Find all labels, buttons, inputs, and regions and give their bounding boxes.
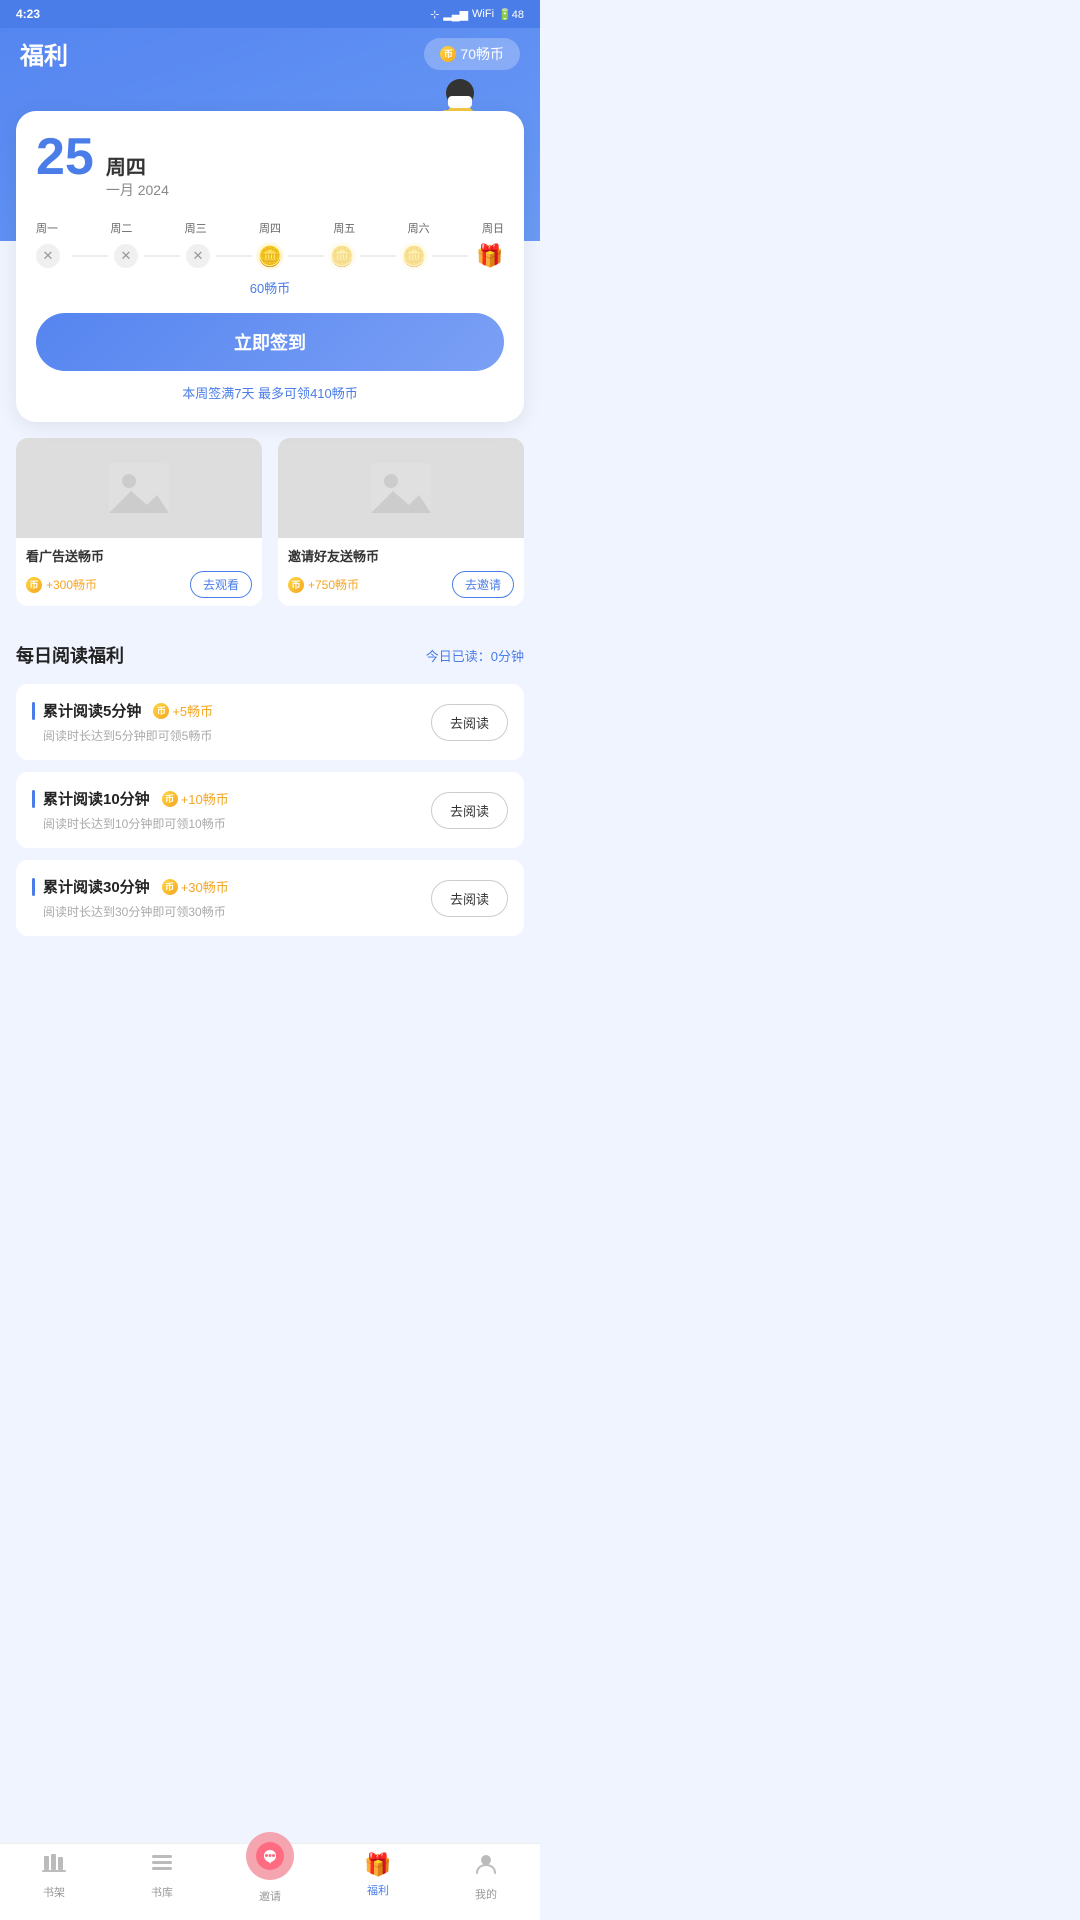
ad-coin-icon-1: 币 [26,577,42,593]
ad-footer-1: 币 +300畅币 去观看 [26,571,252,598]
ad-row: 看广告送畅币 币 +300畅币 去观看 [16,438,524,606]
task-coin-3: 币 [162,879,178,895]
date-weekday: 周四 [106,151,169,180]
page-title: 福利 [20,36,68,71]
task-title-1: 累计阅读5分钟 [43,700,141,721]
task-bar-3 [32,878,35,896]
ad-title-1: 看广告送畅币 [26,546,252,565]
main-card: 25 周四 一月 2024 周一 周二 周三 周四 周五 周六 周日 ✕ ✕ [16,111,524,422]
signin-hint: 本周签满7天 最多可领410畅币 [36,383,504,402]
task-bar-2 [32,790,35,808]
week-day-label-6: 周六 [408,220,430,236]
ad-card-2[interactable]: 邀请好友送畅币 币 +750畅币 去邀请 [278,438,524,606]
bookshelf-icon [42,1852,66,1880]
wifi-icon: WiFi [472,8,494,20]
nav-label-welfare: 福利 [367,1882,389,1898]
daily-reading-title: 每日阅读福利 [16,642,124,668]
daily-reading-header: 每日阅读福利 今日已读：0分钟 [16,642,524,668]
checkin-day-4: 🪙 [256,242,284,270]
task-desc-1: 阅读时长达到5分钟即可领5畅币 [43,727,431,744]
week-day-label-5: 周五 [333,220,355,236]
ad-reward-1: 币 +300畅币 [26,576,97,593]
ad-reward-2: 币 +750畅币 [288,576,359,593]
task-coin-2: 币 [162,791,178,807]
nav-mine[interactable]: 我的 [432,1852,540,1904]
task-title-row-1: 累计阅读5分钟 币 +5畅币 [32,700,431,721]
task-coin-1: 币 [153,703,169,719]
nav-invite[interactable]: 邀请 [216,1852,324,1904]
nav-label-library: 书库 [151,1884,173,1900]
ad-section: 看广告送畅币 币 +300畅币 去观看 [0,422,540,642]
bottom-nav: 书架 书库 邀请 🎁 福利 [0,1843,540,1920]
week-checkin-row: 周一 周二 周三 周四 周五 周六 周日 ✕ ✕ ✕ [36,220,504,270]
nav-welfare[interactable]: 🎁 福利 [324,1852,432,1904]
nav-bookshelf[interactable]: 书架 [0,1852,108,1904]
library-icon [150,1852,174,1880]
task-bar-1 [32,702,35,720]
today-checkin-coins: 60畅币 [36,278,504,297]
task-reward-1: 币 +5畅币 [153,701,213,720]
ad-coin-icon-2: 币 [288,577,304,593]
task-reward-3: 币 +30畅币 [162,877,229,896]
nav-label-invite: 邀请 [259,1888,281,1904]
nav-label-bookshelf: 书架 [43,1884,65,1900]
ad-card-1[interactable]: 看广告送畅币 币 +300畅币 去观看 [16,438,262,606]
task-desc-2: 阅读时长达到10分钟即可领10畅币 [43,815,431,832]
task-title-row-3: 累计阅读30分钟 币 +30畅币 [32,876,431,897]
week-day-label-3: 周三 [185,220,207,236]
week-day-label-7: 周日 [482,220,504,236]
task-item-1: 累计阅读5分钟 币 +5畅币 阅读时长达到5分钟即可领5畅币 去阅读 [16,684,524,760]
checkin-day-6: 🪙 [400,242,428,270]
task-title-row-2: 累计阅读10分钟 币 +10畅币 [32,788,431,809]
ad-placeholder-2 [371,463,431,513]
task-left-3: 累计阅读30分钟 币 +30畅币 阅读时长达到30分钟即可领30畅币 [32,876,431,920]
nav-label-mine: 我的 [475,1886,497,1902]
signal-icon: ▂▄▆ [443,8,468,21]
signin-button[interactable]: 立即签到 [36,313,504,371]
ad-placeholder-1 [109,463,169,513]
checkin-day-3: ✕ [186,244,210,268]
task-item-2: 累计阅读10分钟 币 +10畅币 阅读时长达到10分钟即可领10畅币 去阅读 [16,772,524,848]
ad-image-1 [16,438,262,538]
week-day-label-2: 周二 [110,220,132,236]
ad-footer-2: 币 +750畅币 去邀请 [288,571,514,598]
daily-reading-status: 今日已读：0分钟 [426,646,524,665]
task-left-1: 累计阅读5分钟 币 +5畅币 阅读时长达到5分钟即可领5畅币 [32,700,431,744]
task-desc-3: 阅读时长达到30分钟即可领30畅币 [43,903,431,920]
ad-title-2: 邀请好友送畅币 [288,546,514,565]
welfare-icon: 🎁 [364,1852,391,1878]
invite-icon [246,1832,294,1880]
checkin-day-2: ✕ [114,244,138,268]
task-reward-2: 币 +10畅币 [162,789,229,808]
checkin-day-5: 🪙 [328,242,356,270]
checkin-day-7: 🎁 [476,242,504,270]
task-button-1[interactable]: 去阅读 [431,704,508,741]
week-day-label-1: 周一 [36,220,58,236]
nav-library[interactable]: 书库 [108,1852,216,1904]
date-info: 周四 一月 2024 [106,151,169,200]
task-item-3: 累计阅读30分钟 币 +30畅币 阅读时长达到30分钟即可领30畅币 去阅读 [16,860,524,936]
ad-button-2[interactable]: 去邀请 [452,571,514,598]
task-title-2: 累计阅读10分钟 [43,788,150,809]
task-button-3[interactable]: 去阅读 [431,880,508,917]
status-icons: ⊹ ▂▄▆ WiFi 🔋48 [430,8,524,21]
daily-reading-section: 每日阅读福利 今日已读：0分钟 累计阅读5分钟 币 +5畅币 阅读时长达到5分钟… [0,642,540,936]
checkin-day-1: ✕ [36,244,60,268]
ad-info-2: 邀请好友送畅币 币 +750畅币 去邀请 [278,538,524,606]
status-bar: 4:23 ⊹ ▂▄▆ WiFi 🔋48 [0,0,540,28]
ad-image-2 [278,438,524,538]
date-day: 25 [36,131,94,183]
week-day-label-4: 周四 [259,220,281,236]
status-time: 4:23 [16,7,40,21]
mine-icon [474,1852,498,1882]
task-title-3: 累计阅读30分钟 [43,876,150,897]
ad-button-1[interactable]: 去观看 [190,571,252,598]
bluetooth-icon: ⊹ [430,8,439,21]
date-section: 25 周四 一月 2024 [36,131,504,200]
task-button-2[interactable]: 去阅读 [431,792,508,829]
ad-info-1: 看广告送畅币 币 +300畅币 去观看 [16,538,262,606]
task-left-2: 累计阅读10分钟 币 +10畅币 阅读时长达到10分钟即可领10畅币 [32,788,431,832]
battery-icon: 🔋48 [498,8,524,21]
date-month-year: 一月 2024 [106,180,169,200]
